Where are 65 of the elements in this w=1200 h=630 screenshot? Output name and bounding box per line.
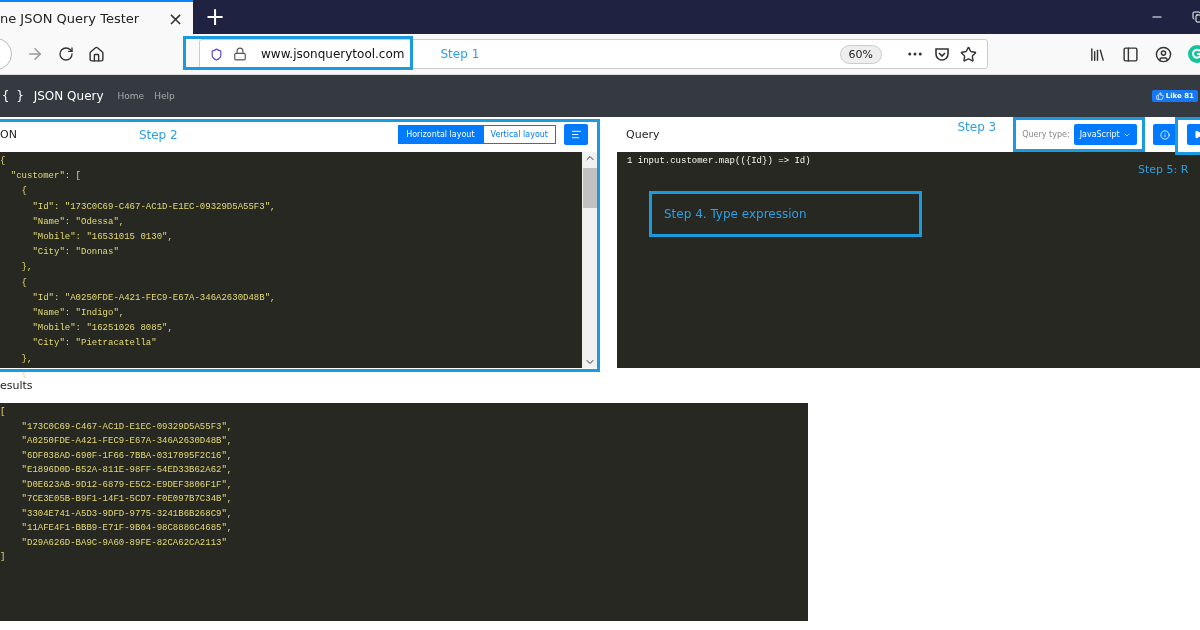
code-line: "Name": "Odessa", — [31, 215, 125, 229]
zoom-badge[interactable]: 60% — [839, 44, 882, 64]
code-line: "173C0C69-C467-AC1D-E1EC-09329D5A55F3", — [20, 420, 233, 434]
panel-title: ON — [0, 128, 17, 141]
step-label: Step 3 — [957, 120, 997, 134]
info-icon — [1159, 129, 1170, 140]
url-text: www.jsonquerytool.com — [261, 47, 405, 61]
thumbs-up-icon — [1155, 92, 1164, 100]
code-line: "E1896D0D-B52A-811E-98FF-54ED33B62A62", — [20, 464, 233, 477]
library-icon[interactable] — [1089, 45, 1106, 63]
step-label: Step 2 — [138, 127, 178, 142]
align-left-icon — [570, 129, 582, 140]
shield-icon[interactable] — [210, 47, 223, 61]
step-label: Step 1 — [440, 47, 480, 61]
scrollbar[interactable] — [582, 152, 598, 368]
star-icon[interactable] — [960, 45, 977, 63]
code-line: "6DF038AD-690F-1F66-7BBA-0317095F2C16", — [20, 449, 233, 463]
code-line: [ — [0, 406, 6, 419]
home-icon[interactable] — [88, 45, 105, 63]
code-line: "7CE3E05B-B9F1-14F1-5CD7-F0E097B7C34B", — [20, 493, 233, 506]
code-line: "Mobile": "16251026 8085", — [31, 322, 173, 336]
code-line: "Name": "Indigo", — [31, 307, 125, 321]
brand-name[interactable]: JSON Query — [33, 89, 104, 103]
query-type-dropdown[interactable]: JavaScript — [1073, 124, 1137, 145]
format-button[interactable] — [564, 124, 588, 145]
layout-button[interactable]: Horizontal layout — [398, 125, 483, 144]
code-line: "customer": [ — [9, 170, 81, 184]
forward-icon[interactable] — [26, 45, 44, 63]
browser-tab[interactable]: ne JSON Query Tester × — [0, 0, 193, 34]
address-bar[interactable]: www.jsonquerytool.com Step 1 60% — [199, 39, 988, 69]
close-button[interactable]: × — [167, 7, 183, 29]
tab-title: ne JSON Query Tester — [0, 10, 140, 26]
code-line: 1 input.customer.map(({Id}) => Id) — [627, 155, 811, 168]
code-line: ] — [0, 551, 6, 564]
code-line: { — [0, 155, 6, 168]
account-icon[interactable] — [1155, 45, 1172, 63]
code-line: "Id": "173C0C69-C467-AC1D-E1EC-09329D5A55F3", — [31, 200, 276, 214]
code-line: { — [20, 276, 27, 290]
code-line: }, — [20, 261, 33, 275]
query-type-label: Query type: — [1022, 130, 1070, 139]
new-tab-button[interactable]: + — [205, 5, 226, 29]
panel-title: Query — [626, 128, 660, 141]
code-line: "D29A626D-BA9C-9A60-89FE-82CA62CA2113" — [20, 536, 227, 550]
sidebar-icon[interactable] — [1122, 45, 1139, 63]
nav-link[interactable]: Help — [154, 91, 175, 101]
nav-link[interactable]: Home — [117, 91, 145, 101]
code-line: "D0E623AB-9D12-6879-E5C2-E9DEF3806F1F", — [20, 478, 233, 492]
logo[interactable]: { } — [2, 89, 24, 103]
code-line: "3304E741-A5D3-9DFD-9775-3241B6B268C9", — [20, 507, 233, 521]
lock-icon[interactable] — [233, 47, 247, 61]
reload-icon[interactable] — [58, 46, 74, 62]
code-line: "A0250FDE-A421-FEC9-E67A-346A2630D48B", — [20, 435, 233, 448]
code-line: "City": "Donnas" — [31, 246, 119, 260]
code-line: }, — [20, 352, 33, 366]
code-line: "Mobile": "16531015 0130", — [31, 231, 173, 244]
scrollbar-thumb[interactable] — [583, 168, 597, 208]
layout-button[interactable]: Vertical layout — [482, 125, 556, 144]
code-line: "City": "Pietracatella" — [31, 337, 157, 351]
info-button[interactable] — [1152, 124, 1177, 145]
code-line: { — [20, 185, 27, 199]
step-label: Step 5: R — [1138, 163, 1189, 176]
step-label: Step 4. Type expression — [664, 207, 807, 221]
code-line: "Id": "A0250FDE-A421-FEC9-E67A-346A2630D48B", — [31, 291, 276, 305]
panel-title: esults — [0, 379, 33, 392]
code-line: "11AFE4F1-BBB9-E71F-9B04-98C8886C4685", — [20, 522, 233, 535]
